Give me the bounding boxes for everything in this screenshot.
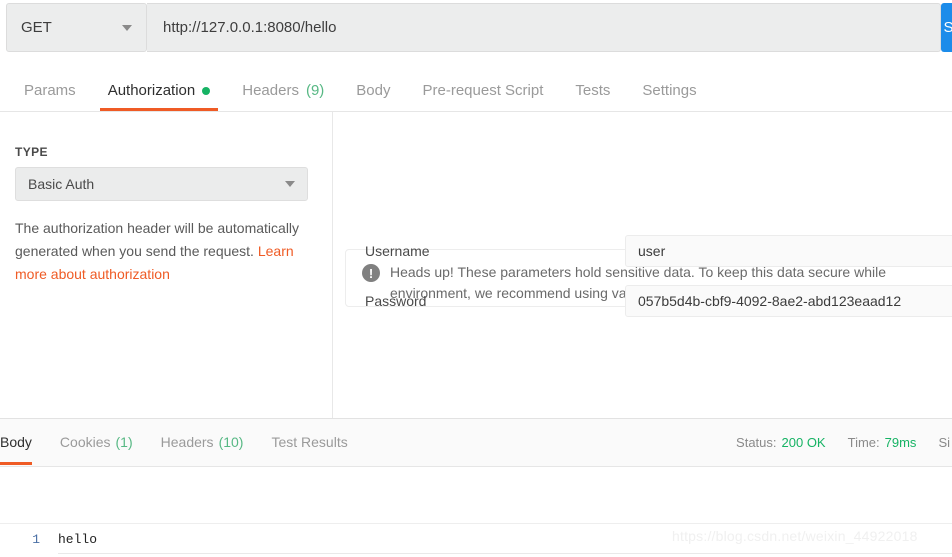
response-meta: Status: 200 OK Time: 79ms Si [736,419,952,466]
http-method-value: GET [21,19,52,36]
tab-tests-label: Tests [575,82,611,99]
status-label: Status: [736,435,777,450]
line-number: 1 [32,532,40,547]
response-body-line: hello [58,532,98,547]
response-tab-test-results[interactable]: Test Results [257,419,361,465]
response-tab-test-results-label: Test Results [271,434,348,450]
send-button[interactable]: Send [941,3,952,52]
auth-type-value: Basic Auth [28,176,95,192]
pane-divider [332,112,333,418]
active-indicator-dot-icon [202,86,211,95]
request-url-bar: GET http://127.0.0.1:8080/hello Send [0,0,952,56]
username-label: Username [365,243,430,259]
password-input[interactable]: 057b5d4b-cbf9-4092-8ae2-abd123eaad12 [625,285,952,317]
tab-settings[interactable]: Settings [626,70,712,111]
time-label: Time: [847,435,880,450]
auth-description-text: The authorization header will be automat… [15,220,300,259]
username-input[interactable]: user [625,235,952,267]
response-tab-body-label: Body [0,434,32,450]
auth-description: The authorization header will be automat… [15,217,305,286]
url-input[interactable]: http://127.0.0.1:8080/hello [147,3,941,52]
username-value: user [638,243,666,259]
line-number-gutter: 1 [0,524,52,557]
auth-type-heading: TYPE [15,145,48,159]
tab-authorization[interactable]: Authorization [92,70,227,111]
tab-settings-label: Settings [642,82,697,99]
time-indicator: Time: 79ms [848,435,917,450]
response-header: Body Cookies (1) Headers (10) Test Resul… [0,419,952,467]
password-value: 057b5d4b-cbf9-4092-8ae2-abd123eaad12 [638,293,902,309]
chevron-down-icon [285,181,295,187]
status-value: 200 OK [781,435,826,450]
request-tab-bar: Params Authorization Headers (9) Body Pr… [0,70,952,112]
tab-params-label: Params [24,82,76,99]
tab-headers-count: (9) [305,82,325,99]
postman-request-window: GET http://127.0.0.1:8080/hello Send Par… [0,0,952,557]
status-indicator: Status: 200 OK [736,435,826,450]
response-tab-cookies[interactable]: Cookies (1) [46,419,147,465]
response-body-code[interactable]: 1 hello [0,523,952,557]
http-method-select[interactable]: GET [6,3,147,52]
url-value: http://127.0.0.1:8080/hello [163,19,337,36]
auth-type-select[interactable]: Basic Auth [15,167,308,201]
tab-body[interactable]: Body [340,70,406,111]
size-indicator: Si [938,435,950,450]
response-tab-cookies-count: (1) [115,434,133,450]
tab-body-label: Body [356,82,391,99]
authorization-pane: TYPE Basic Auth The authorization header… [0,112,952,490]
time-value: 79ms [884,435,917,450]
response-tab-headers-count: (10) [218,434,244,450]
response-tab-headers-label: Headers [160,434,214,450]
response-tab-cookies-label: Cookies [59,434,111,450]
tab-authorization-label: Authorization [107,82,196,99]
password-label: Password [365,293,427,309]
code-line-underline [58,553,952,554]
tab-headers[interactable]: Headers (9) [226,70,340,111]
response-tab-bar: Body Cookies (1) Headers (10) Test Resul… [0,419,362,466]
response-tab-headers[interactable]: Headers (10) [147,419,258,465]
tab-headers-label: Headers [242,82,299,99]
alert-circle-icon: ! [362,264,380,282]
tab-pre-request-script[interactable]: Pre-request Script [407,70,560,111]
response-body-toolbar: Pretty Raw Preview Visualize BETA Text [0,467,952,523]
response-tab-body[interactable]: Body [0,419,46,465]
tab-pre-request-script-label: Pre-request Script [422,82,544,99]
tab-tests[interactable]: Tests [559,70,626,111]
tab-params[interactable]: Params [8,70,92,111]
size-label: Si [938,435,950,450]
chevron-down-icon [122,24,132,31]
